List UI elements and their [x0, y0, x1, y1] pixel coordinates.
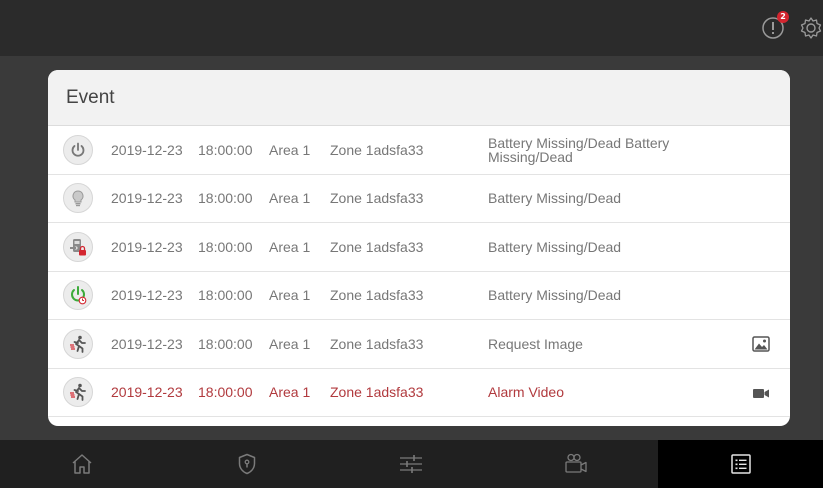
event-date: 2019-12-23 [111, 287, 183, 304]
event-zone: Zone 1adsfa33 [330, 190, 424, 207]
event-date: 2019-12-23 [111, 335, 183, 352]
event-area: Area 1 [269, 287, 311, 304]
power-timer-icon [63, 280, 93, 311]
event-row[interactable]: 2019-12-23 18:00:00 Area 1 Zone 1adsfa33… [48, 272, 790, 320]
alert-count-badge: 2 [777, 11, 789, 23]
event-zone: Zone 1adsfa33 [330, 238, 424, 255]
light-bulb-icon [63, 183, 93, 214]
event-time: 18:00:00 [198, 190, 253, 207]
event-time: 18:00:00 [198, 287, 253, 304]
main-area: Event 2019-12-23 18:00:00 Area 1 Zone 1a… [0, 56, 823, 440]
event-row[interactable]: 2019-12-23 18:00:00 Area 1 Zone 1adsfa33… [48, 175, 790, 223]
event-area: Area 1 [269, 141, 311, 158]
nav-settings[interactable] [329, 440, 494, 488]
event-time: 18:00:00 [198, 238, 253, 255]
top-bar: 2 [0, 0, 823, 56]
power-icon [63, 134, 93, 165]
event-date: 2019-12-23 [111, 238, 183, 255]
event-zone: Zone 1adsfa33 [330, 335, 424, 352]
event-row[interactable]: 2019-12-23 18:00:00 Area 1 Zone 1adsfa33… [48, 369, 790, 417]
event-list: 2019-12-23 18:00:00 Area 1 Zone 1adsfa33… [48, 126, 790, 417]
event-description: Battery Missing/Dead [488, 190, 622, 207]
nav-camera[interactable] [494, 440, 659, 488]
nav-security[interactable] [165, 440, 330, 488]
event-description: Battery Missing/Dead [488, 238, 622, 255]
bottom-nav [0, 440, 823, 488]
nav-home[interactable] [0, 440, 165, 488]
home-icon [72, 454, 92, 474]
event-date: 2019-12-23 [111, 141, 183, 158]
event-description: Battery Missing/Dead [488, 287, 622, 304]
settings-sliders-icon [400, 455, 423, 473]
camera-icon [565, 453, 587, 473]
event-time: 18:00:00 [198, 141, 253, 158]
motion-sensor-icon [63, 377, 93, 408]
alert-icon[interactable]: 2 [761, 11, 789, 40]
security-shield-icon [238, 453, 256, 475]
event-row[interactable]: 2019-12-23 18:00:00 Area 1 Zone 1adsfa33… [48, 223, 790, 272]
event-zone: Zone 1adsfa33 [330, 287, 424, 304]
event-row[interactable]: 2019-12-23 18:00:00 Area 1 Zone 1adsfa33… [48, 320, 790, 369]
event-time: 18:00:00 [198, 335, 253, 352]
card-title: Event [66, 86, 115, 108]
image-icon[interactable] [752, 335, 770, 353]
gear-icon[interactable] [799, 16, 823, 40]
event-time: 18:00:00 [198, 384, 253, 401]
event-area: Area 1 [269, 238, 311, 255]
nav-events[interactable] [658, 440, 823, 488]
event-description: Alarm Video [488, 384, 565, 401]
event-zone: Zone 1adsfa33 [330, 141, 424, 158]
event-description: Battery Missing/Dead Battery Missing/Dea… [488, 134, 670, 165]
motion-sensor-icon [63, 328, 93, 359]
card-header: Event [48, 70, 790, 126]
event-area: Area 1 [269, 190, 311, 207]
door-lock-icon [63, 231, 93, 262]
event-row[interactable]: 2019-12-23 18:00:00 Area 1 Zone 1adsfa33… [48, 126, 790, 175]
event-list-icon [730, 454, 751, 474]
event-zone: Zone 1adsfa33 [330, 384, 424, 401]
event-area: Area 1 [269, 384, 311, 401]
event-date: 2019-12-23 [111, 384, 183, 401]
video-camera-icon[interactable] [752, 384, 770, 402]
event-card: Event 2019-12-23 18:00:00 Area 1 Zone 1a… [48, 70, 790, 426]
event-date: 2019-12-23 [111, 190, 183, 207]
event-description: Request Image [488, 335, 583, 352]
event-area: Area 1 [269, 335, 311, 352]
